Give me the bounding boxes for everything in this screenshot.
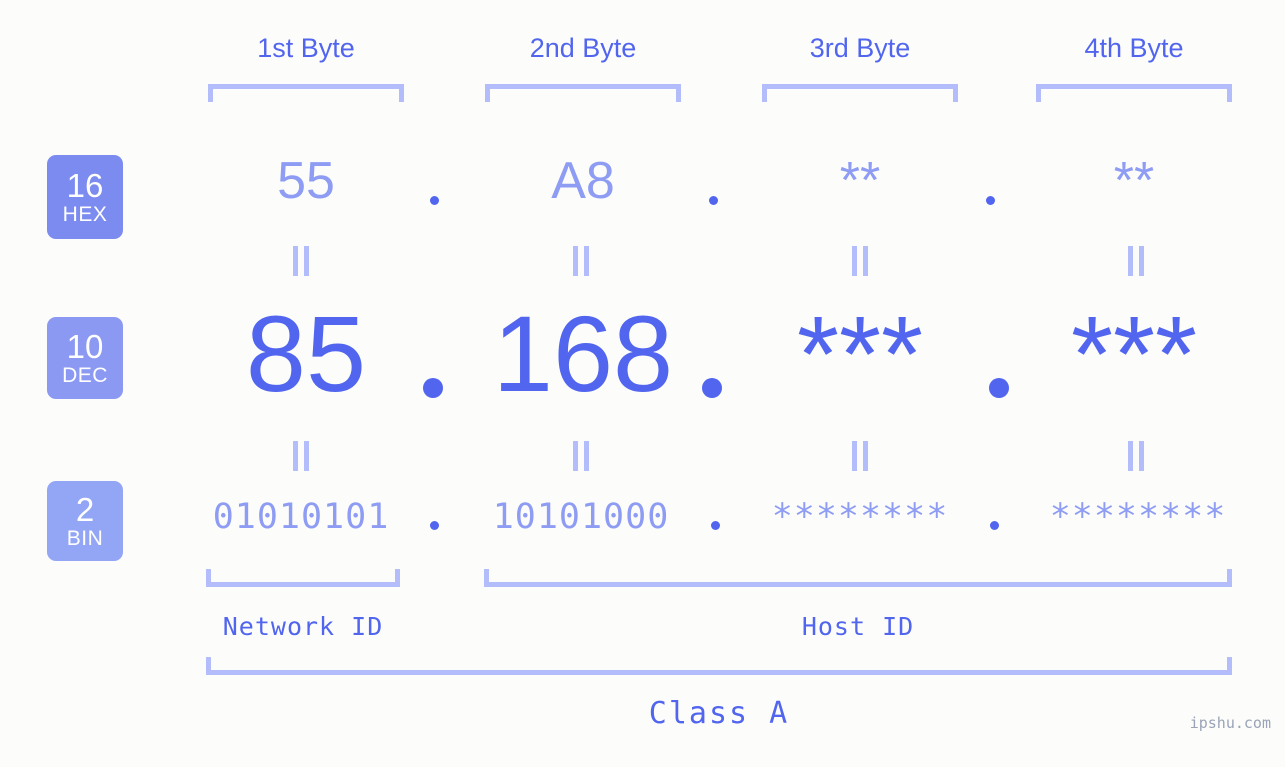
byte-header-label-1: 1st Byte [257, 33, 355, 63]
base-badge-bin-name: BIN [66, 526, 104, 550]
hex-separator-dot-2 [709, 196, 718, 205]
bin-separator-dot-2 [711, 521, 720, 530]
base-badge-dec-name: DEC [62, 363, 108, 387]
network-id-label: Network ID [222, 612, 384, 641]
base-badge-bin: 2 BIN [47, 481, 123, 561]
equals-mark-dec-bin-4 [1127, 441, 1145, 471]
host-id-label: Host ID [801, 612, 915, 641]
equals-mark-hex-dec-3 [851, 246, 869, 276]
base-badge-dec: 10 DEC [47, 317, 123, 399]
equals-mark-hex-dec-4 [1127, 246, 1145, 276]
dec-byte-value-4: *** [1070, 293, 1198, 414]
byte-header-label-2: 2nd Byte [529, 33, 637, 63]
byte-header-label-4: 4th Byte [1084, 33, 1184, 63]
dec-byte-value-1: 85 [245, 293, 367, 414]
base-badge-bin-number: 2 [75, 490, 95, 528]
dec-byte-value-3: *** [796, 293, 924, 414]
host-id-bracket [484, 569, 1232, 587]
network-id-bracket [206, 569, 400, 587]
equals-mark-hex-dec-2 [572, 246, 590, 276]
bin-byte-value-3: ******** [771, 497, 949, 537]
base-badge-dec-number: 10 [66, 327, 104, 365]
hex-separator-dot-3 [986, 196, 995, 205]
ip-address-breakdown-diagram: 1st Byte 2nd Byte 3rd Byte 4th Byte 16 H… [0, 0, 1285, 767]
bin-byte-value-2: 10101000 [492, 497, 670, 537]
base-badge-hex-number: 16 [66, 166, 104, 204]
class-label: Class A [648, 696, 790, 731]
hex-byte-value-2: A8 [551, 152, 615, 210]
hex-separator-dot-1 [430, 196, 439, 205]
base-badge-hex: 16 HEX [47, 155, 123, 239]
bin-separator-dot-3 [990, 521, 999, 530]
class-bracket [206, 657, 1232, 675]
equals-mark-dec-bin-1 [292, 441, 310, 471]
byte-bracket-top-1 [208, 84, 404, 102]
byte-bracket-top-4 [1036, 84, 1232, 102]
byte-header-label-3: 3rd Byte [809, 33, 911, 63]
byte-bracket-top-3 [762, 84, 958, 102]
hex-byte-value-1: 55 [277, 152, 335, 210]
base-badge-hex-name: HEX [62, 202, 108, 226]
equals-mark-dec-bin-3 [851, 441, 869, 471]
dec-separator-dot-2 [702, 378, 722, 398]
bin-byte-value-4: ******** [1049, 497, 1227, 537]
dec-separator-dot-1 [423, 378, 443, 398]
dec-separator-dot-3 [989, 378, 1009, 398]
bin-byte-value-1: 01010101 [212, 497, 390, 537]
hex-byte-value-3: ** [839, 152, 881, 210]
site-watermark: ipshu.com [1189, 714, 1271, 732]
byte-bracket-top-2 [485, 84, 681, 102]
equals-mark-hex-dec-1 [292, 246, 310, 276]
equals-mark-dec-bin-2 [572, 441, 590, 471]
bin-separator-dot-1 [430, 521, 439, 530]
hex-byte-value-4: ** [1113, 152, 1155, 210]
dec-byte-value-2: 168 [492, 293, 674, 414]
